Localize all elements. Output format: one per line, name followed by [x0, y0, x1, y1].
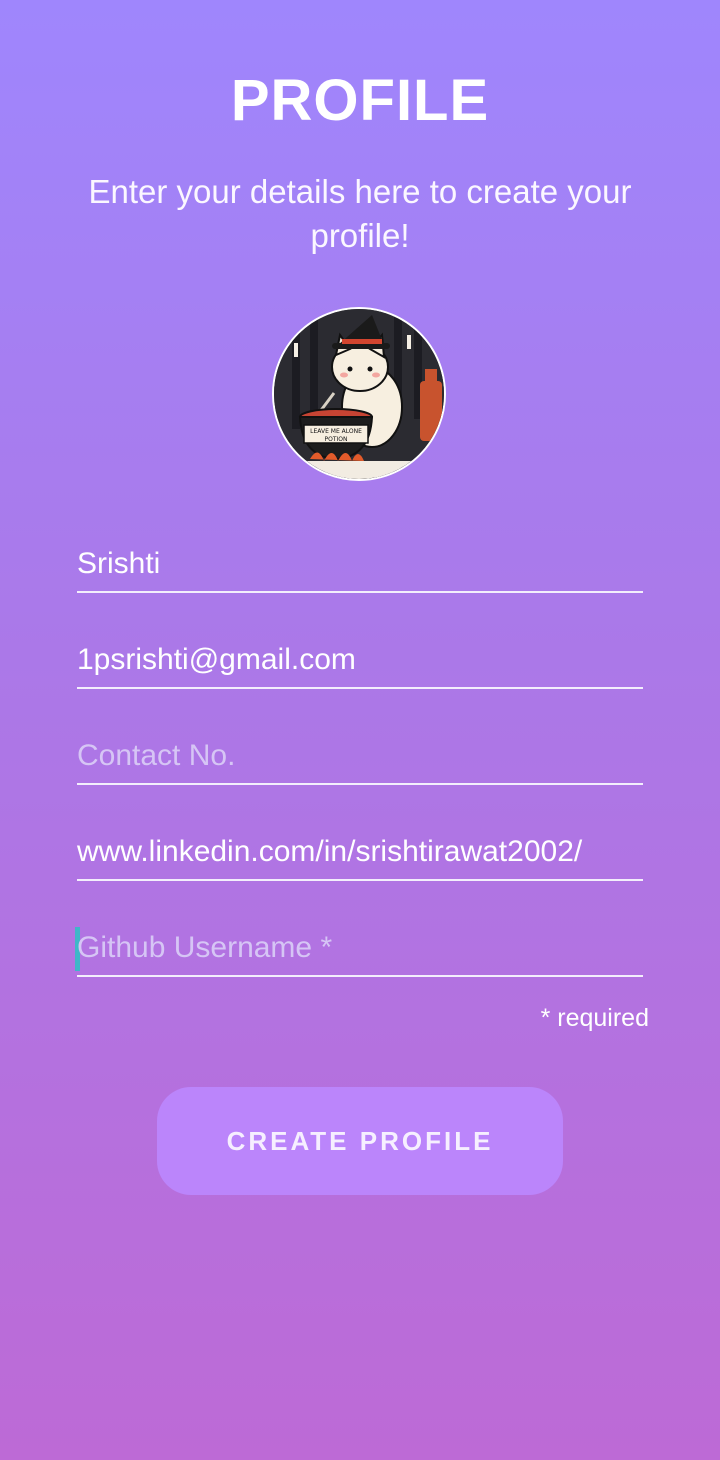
linkedin-field-value: www.linkedin.com/in/srishtirawat2002/: [77, 835, 583, 868]
github-field[interactable]: Github Username *: [75, 917, 643, 977]
page-subtitle: Enter your details here to create your p…: [88, 173, 632, 254]
cauldron-label-line2: POTION: [325, 436, 348, 443]
contact-field[interactable]: Contact No.: [77, 725, 643, 785]
create-profile-button[interactable]: CREATE PROFILE: [157, 1087, 563, 1195]
email-field[interactable]: 1psrishti@gmail.com: [77, 629, 643, 689]
linkedin-field[interactable]: www.linkedin.com/in/srishtirawat2002/: [77, 821, 643, 881]
contact-field-placeholder: Contact No.: [77, 739, 236, 772]
name-field[interactable]: Srishti: [77, 533, 643, 593]
cauldron-label-line1: LEAVE ME ALONE: [310, 428, 362, 435]
github-field-placeholder: Github Username *: [77, 931, 333, 964]
email-field-value: 1psrishti@gmail.com: [77, 643, 356, 676]
required-note: * required: [540, 1004, 649, 1032]
avatar[interactable]: LEAVE ME ALONE POTION: [272, 307, 446, 481]
cat-witch-avatar-image: LEAVE ME ALONE POTION: [274, 309, 444, 479]
page-title: PROFILE: [230, 68, 490, 133]
name-field-value: Srishti: [77, 547, 161, 580]
